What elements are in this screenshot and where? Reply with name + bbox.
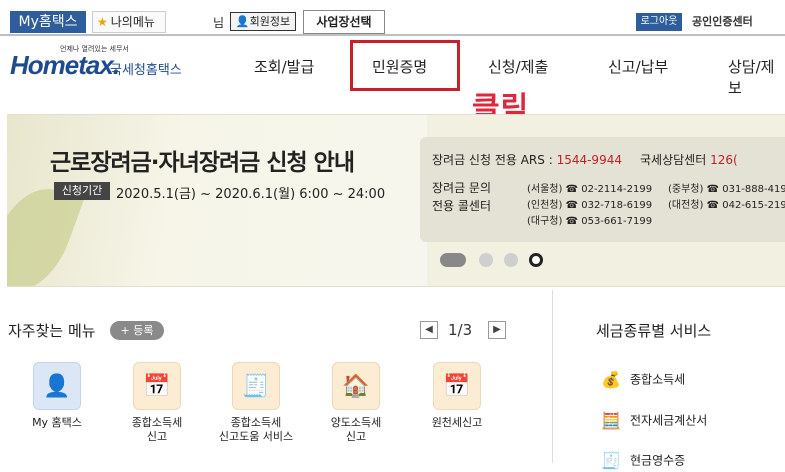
tax-service-label: 현금영수증 [630, 453, 686, 468]
tax-service-cash-receipt[interactable]: 🧾 현금영수증 [600, 450, 685, 472]
highlight-box [350, 40, 460, 91]
section-divider [552, 290, 553, 463]
pager-prev-icon[interactable]: ◀ [420, 321, 438, 339]
nav-consult-report[interactable]: 상담/제보 [728, 56, 785, 98]
nav-inquiry-issue[interactable]: 조회/발급 [254, 56, 314, 77]
tax-services-title: 세금종류별 서비스 [596, 322, 712, 340]
fav-transfer-tax-report[interactable]: 🏠 양도소득세 신고 [311, 362, 401, 444]
calendar-pen-icon: 📅 [433, 362, 481, 410]
tax-service-label: 종합소득세 [630, 372, 686, 387]
person-icon: 👤 [235, 15, 250, 28]
person-icon: 👤 [33, 362, 81, 410]
fav-label-line1: 원천세신고 [431, 416, 483, 429]
member-info-button[interactable]: 👤회원정보 [230, 12, 296, 31]
receipt-icon: 🧾 [601, 451, 621, 470]
ars-number: 1544-9944 [556, 153, 622, 167]
fav-label-line1: 종합소득세 [230, 416, 282, 429]
carousel-dot-active[interactable] [440, 253, 466, 267]
invoice-icon: 🧮 [601, 411, 621, 430]
fav-income-tax-help[interactable]: 🧾 종합소득세 신고도움 서비스 [211, 362, 301, 444]
document-won-icon: 🧾 [232, 362, 280, 410]
add-favorite-button[interactable]: + 등록 [110, 321, 164, 340]
fav-label-line2: 신고 [146, 430, 168, 443]
period-tag: 신청기간 [54, 182, 110, 200]
tax-service-label: 전자세금계산서 [630, 413, 708, 428]
fav-label-line1: 양도소득세 [330, 416, 382, 429]
center-label: 국세상담센터 [640, 153, 711, 167]
my-hometax-tab[interactable]: My홈택스 [10, 11, 86, 33]
nav-report-pay[interactable]: 신고/납부 [608, 56, 668, 77]
inquiry-line2: 전용 콜센터 [432, 199, 492, 213]
money-bag-icon: 💰 [601, 370, 621, 389]
house-icon: 🏠 [332, 362, 380, 410]
ars-label: 장려금 신청 전용 ARS : [432, 153, 557, 167]
ars-info: 장려금 신청 전용 ARS : 1544-9944 [432, 151, 622, 168]
phone-incheon: (인천청) ☎ 032-718-6199 [527, 200, 653, 211]
center-info: 국세상담센터 126( [640, 151, 738, 168]
tax-service-e-invoice[interactable]: 🧮 전자세금계산서 [600, 410, 707, 432]
fav-label-line2: 신고도움 서비스 [218, 430, 294, 443]
member-info-label: 회원정보 [249, 15, 291, 28]
fav-label-line1: My 홈택스 [32, 416, 82, 429]
fav-label-line2: 신고 [345, 430, 367, 443]
carousel-dot[interactable] [479, 253, 493, 267]
user-honorific: 님 [213, 16, 225, 30]
pager-next-icon[interactable]: ▶ [488, 321, 506, 339]
pager-text: 1/3 [448, 321, 473, 339]
fav-income-tax-report[interactable]: 📅 종합소득세 신고 [112, 362, 202, 444]
center-number: 126( [710, 153, 738, 167]
certificate-center-link[interactable]: 공인인증센터 [692, 13, 753, 29]
phone-daejeon: (대전청) ☎ 042-615-2199 [668, 200, 785, 211]
calendar-pen-icon: 📅 [133, 362, 181, 410]
hometax-logo[interactable]: 언제나 열려있는 세무서 Hometax. 국세청홈택스 [10, 40, 195, 90]
fav-label-line1: 종합소득세 [131, 416, 183, 429]
my-menu-button[interactable]: ★ 나의메뉴 [92, 11, 166, 33]
phone-jungbu: (중부청) ☎ 031-888-4199 [668, 184, 785, 195]
fav-withholding-tax-report[interactable]: 📅 원천세신고 [412, 362, 502, 430]
business-select-button[interactable]: 사업장선택 [303, 10, 385, 34]
inquiry-line1: 장려금 문의 [432, 181, 492, 195]
phone-daegu: (대구청) ☎ 053-661-7199 [527, 216, 653, 227]
logo-wordmark: Hometax. [10, 50, 120, 80]
tax-service-income[interactable]: 💰 종합소득세 [600, 369, 685, 391]
logout-button[interactable]: 로그아웃 [636, 13, 682, 31]
fav-my-hometax[interactable]: 👤 My 홈택스 [12, 362, 102, 430]
star-icon: ★ [97, 15, 108, 29]
banner-title: 근로장려금·자녀장려금 신청 안내 [50, 150, 355, 176]
phone-seoul: (서울청) ☎ 02-2114-2199 [527, 184, 653, 195]
carousel-pause-dot[interactable] [529, 253, 543, 267]
favorites-title: 자주찾는 메뉴 [8, 322, 96, 340]
carousel-dot[interactable] [504, 253, 518, 267]
period-text: 2020.5.1(금) ~ 2020.6.1(월) 6:00 ~ 24:00 [116, 187, 386, 202]
nav-application-submit[interactable]: 신청/제출 [488, 56, 548, 77]
my-menu-label: 나의메뉴 [110, 15, 155, 29]
logo-subtitle: 국세청홈택스 [110, 63, 182, 78]
